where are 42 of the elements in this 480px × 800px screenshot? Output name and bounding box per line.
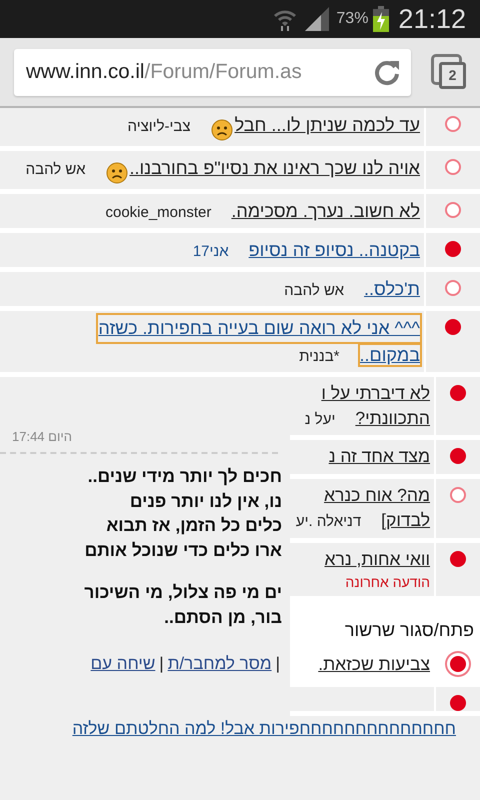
message-action-link[interactable]: שיחה עם xyxy=(90,651,156,677)
thread-title-link[interactable]: ת'כלס.. xyxy=(364,279,420,300)
message-line: ארו כלים כדי שנוכל אותם xyxy=(84,538,282,562)
separator-text: | xyxy=(276,653,280,676)
thread-title-link[interactable]: ^^^ אני לא רואה שום בעייה בחפירות. כשזה xyxy=(98,315,420,342)
author-name: cookie_monster xyxy=(105,204,212,222)
separator-text: | xyxy=(159,653,164,676)
author-name: יעל נ xyxy=(304,411,336,428)
message-line: כלים כל הזמן, אז תבוא xyxy=(105,514,282,538)
message-time: היום 17:44 xyxy=(0,426,278,454)
thread-title-link[interactable]: לא חשוב. נערך. מסכימה. xyxy=(231,201,420,222)
author-name: *בננית xyxy=(299,348,340,365)
thread-title-link[interactable]: בקטנה.. נסיופ זה נסיופ xyxy=(248,240,420,260)
battery-percent: 73% xyxy=(336,9,368,29)
author-name: אני17 xyxy=(192,243,229,260)
clock: 21:12 xyxy=(398,2,466,36)
thread-title-link[interactable]: לא דיברתי על ו xyxy=(321,380,430,406)
thread-title-link[interactable]: לבדוק] xyxy=(381,510,430,530)
last-message-label: הודעה אחרונה xyxy=(344,572,430,592)
thread-title-link[interactable]: וואי אחות, נרא xyxy=(324,548,430,569)
message-line: בור, מן הסתם.. xyxy=(163,606,282,629)
thread-title-link[interactable]: מה? אוח כנרא xyxy=(324,482,430,508)
address-field[interactable]: www.inn.co.il/Forum/Forum.as xyxy=(14,48,411,96)
reload-button[interactable] xyxy=(373,58,401,86)
message-line: נו, אין לנו יותר פנים xyxy=(128,490,282,513)
thread-title-link[interactable]: אויה לנו שכך ראינו את נסיו"פ בחורבנו.. xyxy=(130,158,420,178)
author-name: אש להבה xyxy=(26,161,86,178)
thread-title-link[interactable]: חחחחחחחחחחחחחחפירות אבל! למה החלטתם שלזה xyxy=(0,716,480,742)
thread-title-link[interactable]: במקום.. xyxy=(360,344,420,365)
thread-title-link[interactable]: עד לכמה שניתן לו... חבל xyxy=(234,115,420,135)
message-action-link[interactable]: מסר למחבר/ת xyxy=(168,651,272,677)
url-text: www.inn.co.il/Forum/Forum.as xyxy=(26,58,303,85)
message-line: חכים לך יותר מידי שנים.. xyxy=(86,465,282,488)
message-line: ים מי פה צלול, מי השיכור xyxy=(83,581,282,604)
thread-toggle-link[interactable]: פתח/סגור שרשור xyxy=(290,601,480,648)
author-name: צבי-ליוציה xyxy=(128,118,191,135)
author-name: דניאלה .יע xyxy=(296,513,362,530)
battery-charging-icon xyxy=(373,6,390,32)
signal-icon xyxy=(303,6,332,32)
thread-title-link[interactable]: התכוונתי? xyxy=(355,408,430,428)
author-name: אש להבה xyxy=(284,282,344,300)
thread-title-link[interactable]: מצד אחד זה נ xyxy=(328,446,430,466)
